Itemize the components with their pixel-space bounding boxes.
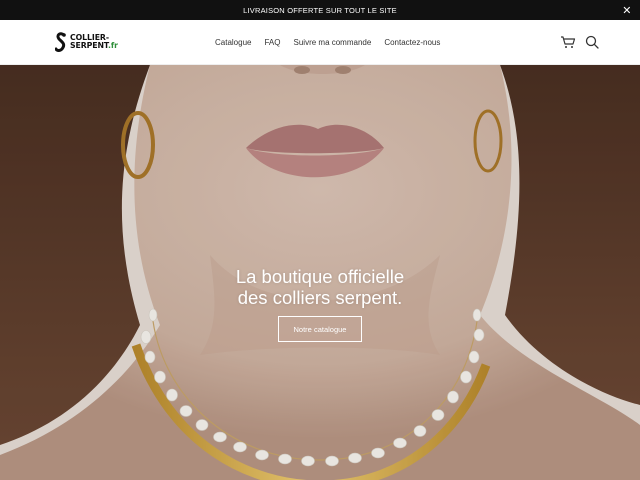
logo-line2: SERPENT	[70, 41, 108, 50]
nav-faq[interactable]: FAQ	[264, 38, 280, 47]
hero-title-line1: La boutique officielle	[235, 266, 405, 287]
logo-text: COLLIER- SERPENT.fr	[70, 34, 118, 50]
announcement-bar: LIVRAISON OFFERTE SUR TOUT LE SITE ✕	[0, 0, 640, 20]
main-nav: Catalogue FAQ Suivre ma commande Contact…	[215, 20, 453, 65]
nav-track-order[interactable]: Suivre ma commande	[294, 38, 372, 47]
nav-contact[interactable]: Contactez-nous	[384, 38, 440, 47]
announcement-text: LIVRAISON OFFERTE SUR TOUT LE SITE	[243, 5, 397, 15]
nav-catalogue[interactable]: Catalogue	[215, 38, 251, 47]
header-icons	[560, 34, 600, 50]
logo-tld: .fr	[107, 41, 118, 50]
site-header: COLLIER- SERPENT.fr Catalogue FAQ Suivre…	[0, 20, 640, 65]
close-icon[interactable]: ✕	[619, 2, 635, 18]
hero-title: La boutique officielle des colliers serp…	[0, 266, 640, 308]
snake-logo-icon	[55, 32, 66, 52]
catalogue-button[interactable]: Notre catalogue	[278, 316, 362, 342]
search-icon[interactable]	[584, 34, 600, 50]
hero-title-line2: des colliers serpent.	[237, 287, 403, 308]
hero-banner: La boutique officielle des colliers serp…	[0, 65, 640, 480]
cart-icon[interactable]	[560, 34, 576, 50]
site-logo[interactable]: COLLIER- SERPENT.fr	[55, 31, 118, 53]
